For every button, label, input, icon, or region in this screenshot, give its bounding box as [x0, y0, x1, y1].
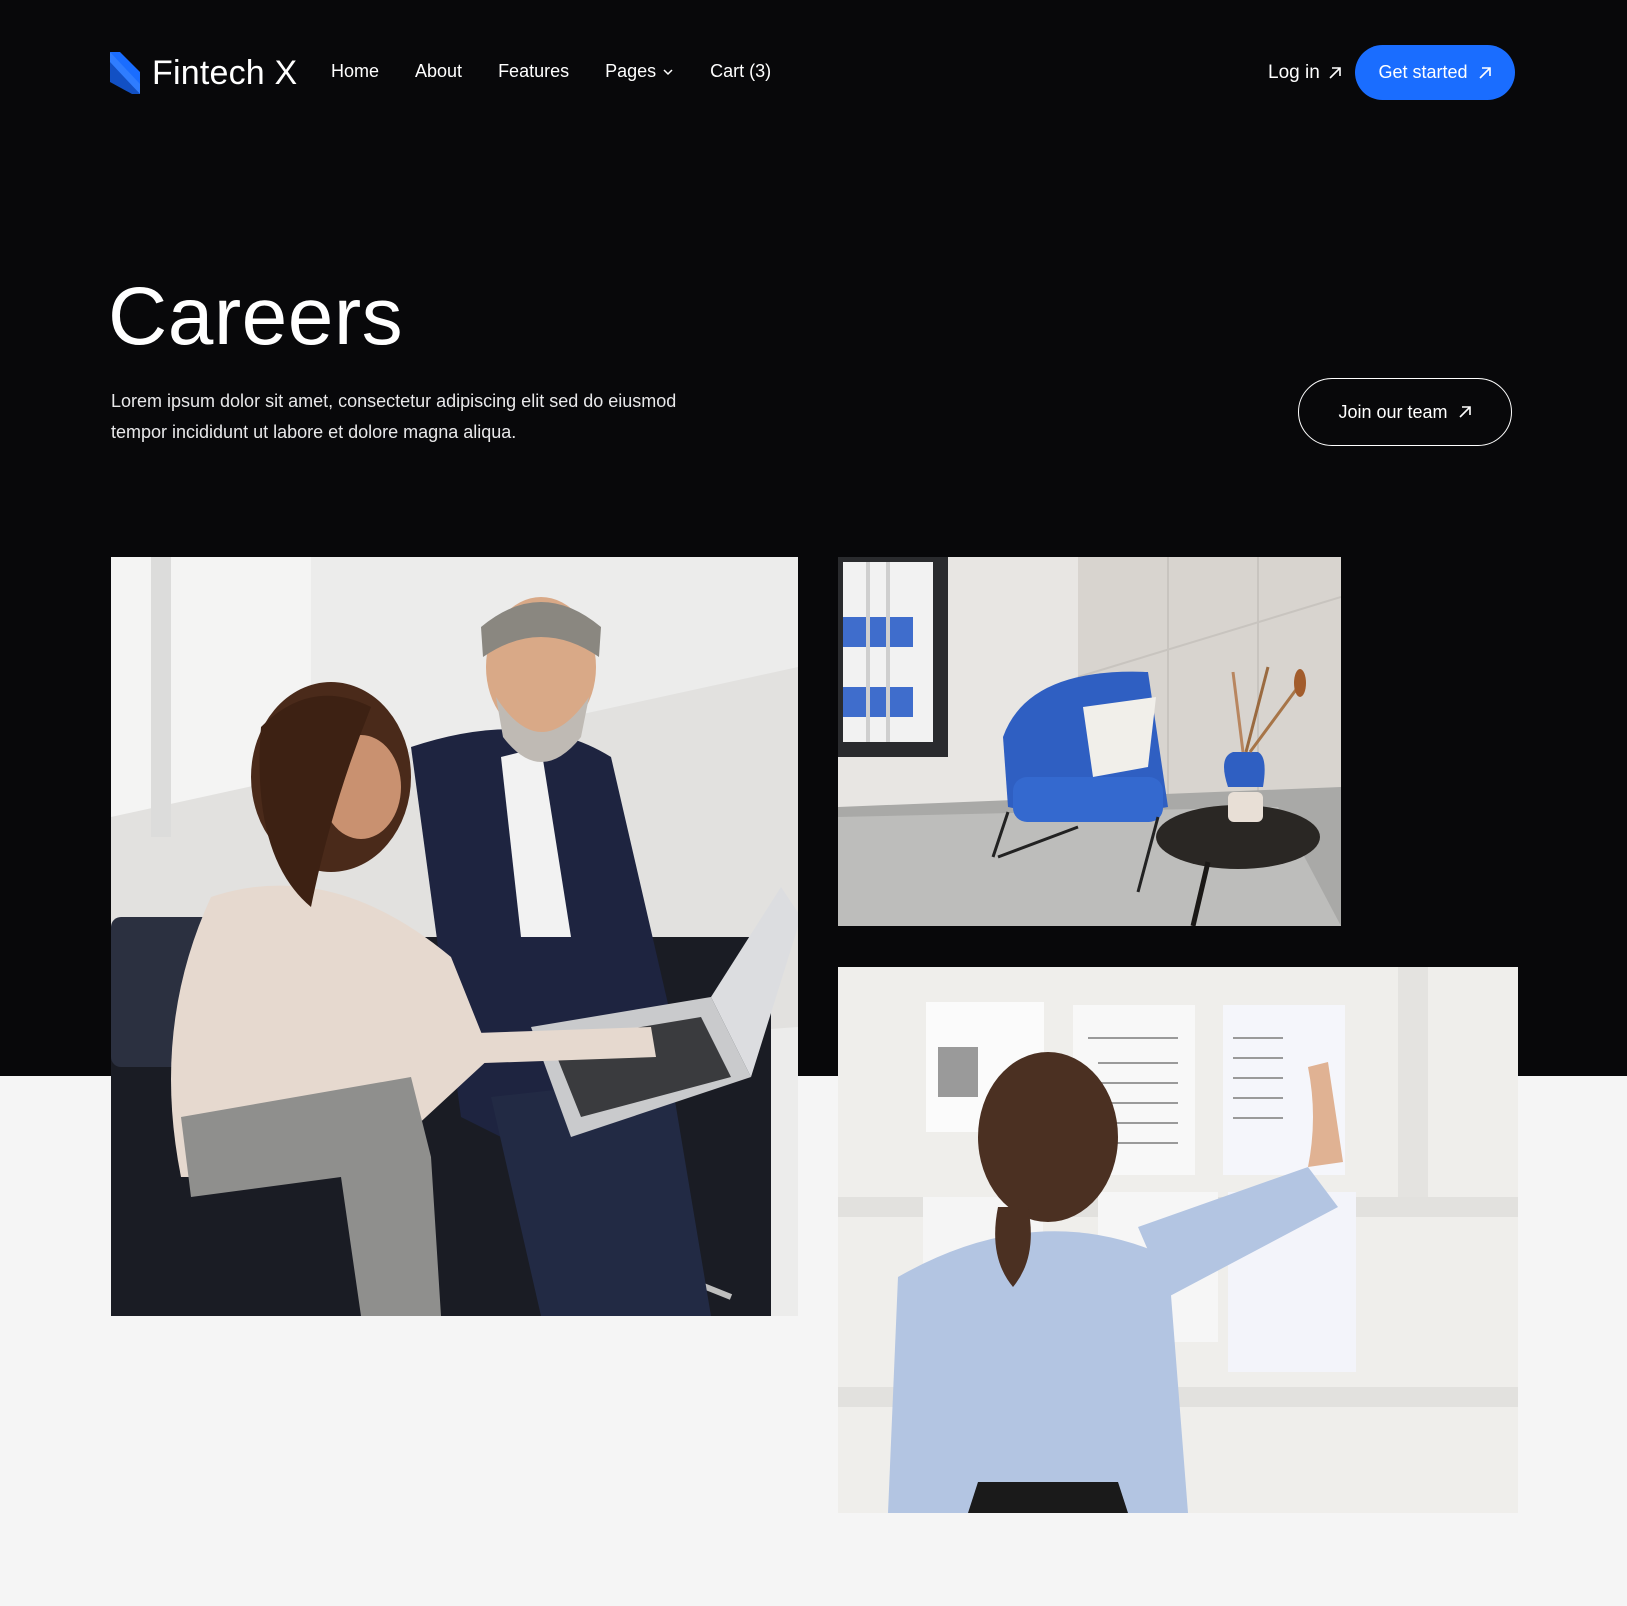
brand-logo[interactable]: Fintech X — [110, 52, 297, 94]
chevron-down-icon — [663, 68, 673, 75]
join-our-team-label: Join our team — [1338, 401, 1448, 422]
nav-link-features[interactable]: Features — [498, 61, 569, 82]
nav-link-pages[interactable]: Pages — [605, 61, 674, 82]
get-started-button[interactable]: Get started — [1355, 45, 1515, 100]
arrow-up-right-icon — [1478, 66, 1491, 79]
login-link[interactable]: Log in — [1268, 62, 1342, 84]
brand-name: Fintech X — [152, 53, 298, 92]
fintech-x-logo-icon — [110, 52, 140, 94]
top-navigation: Fintech X Home About Features Pages Cart… — [0, 0, 1627, 150]
nav-link-cart[interactable]: Cart (3) — [710, 61, 771, 82]
hero-description: Lorem ipsum dolor sit amet, consectetur … — [111, 391, 677, 442]
page-title: Careers — [108, 271, 404, 362]
planning-board-photo — [838, 967, 1518, 1513]
get-started-label: Get started — [1378, 62, 1468, 82]
office-lounge-photo — [838, 557, 1341, 926]
team-meeting-photo — [111, 557, 798, 1316]
nav-link-pages-label: Pages — [605, 61, 657, 81]
arrow-up-right-icon — [1458, 406, 1471, 418]
nav-link-home[interactable]: Home — [331, 61, 379, 82]
arrow-up-right-icon — [1329, 67, 1341, 79]
main-menu: Home About Features Pages Cart (3) — [331, 61, 771, 82]
join-our-team-button[interactable]: Join our team — [1298, 378, 1512, 446]
nav-link-about[interactable]: About — [415, 61, 462, 82]
login-label: Log in — [1268, 62, 1320, 83]
